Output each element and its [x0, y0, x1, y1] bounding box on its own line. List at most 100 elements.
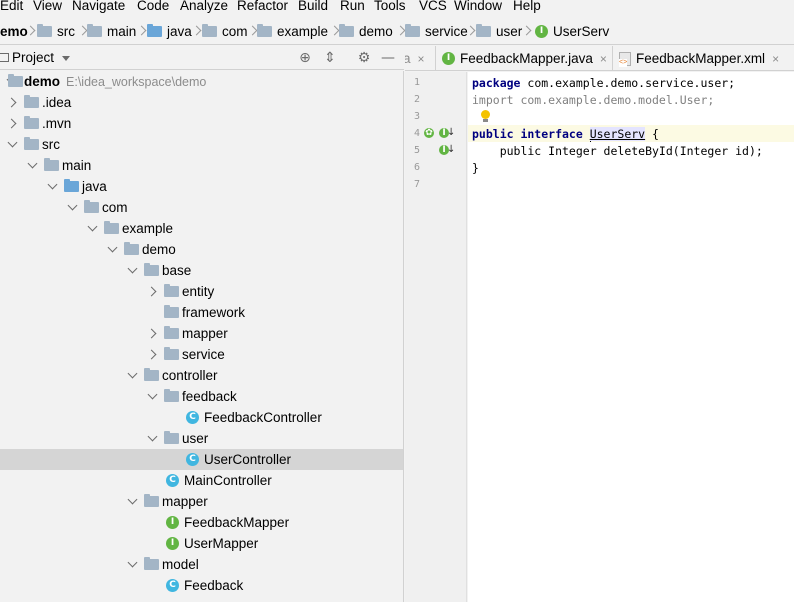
- interface-icon: I: [166, 516, 179, 529]
- project-icon: [0, 53, 9, 62]
- tree-row[interactable]: mapper: [0, 491, 403, 512]
- tree-row[interactable]: mapper: [0, 323, 403, 344]
- interface-icon: I: [535, 24, 548, 38]
- package-icon: [84, 200, 99, 213]
- tree-row[interactable]: I UserMapper: [0, 533, 403, 554]
- menu-navigate[interactable]: Navigate: [72, 0, 125, 13]
- project-panel-title[interactable]: Project: [12, 50, 54, 65]
- chevron-down-icon[interactable]: [127, 370, 137, 380]
- chevron-down-icon[interactable]: [147, 433, 157, 443]
- chevron-down-icon[interactable]: [127, 265, 137, 275]
- chevron-right-icon[interactable]: [7, 118, 17, 128]
- collapse-all-icon[interactable]: ⇕: [322, 50, 338, 66]
- menu-bar: Edit View Navigate Code Analyze Refactor…: [0, 0, 794, 17]
- tree-row[interactable]: C Feedback: [0, 575, 403, 596]
- locate-target-icon[interactable]: ⊕: [297, 50, 313, 66]
- chevron-down-icon[interactable]: [62, 56, 70, 61]
- menu-help[interactable]: Help: [513, 0, 541, 13]
- class-icon: C: [186, 411, 199, 424]
- menu-view[interactable]: View: [33, 0, 62, 13]
- breadcrumb-example[interactable]: example: [257, 22, 328, 40]
- tree-row[interactable]: main: [0, 155, 403, 176]
- package-icon: [164, 431, 179, 444]
- tree-row[interactable]: C MainController: [0, 470, 403, 491]
- breadcrumb-userserv[interactable]: I UserServ: [535, 22, 609, 40]
- chevron-right-icon[interactable]: [7, 97, 17, 107]
- chevron-down-icon[interactable]: [127, 559, 137, 569]
- menu-tools[interactable]: Tools: [374, 0, 406, 13]
- lightbulb-icon[interactable]: [480, 110, 490, 123]
- tree-row[interactable]: base: [0, 260, 403, 281]
- menu-analyze[interactable]: Analyze: [180, 0, 228, 13]
- breadcrumb-java[interactable]: java: [147, 22, 192, 40]
- package-icon: [144, 494, 159, 507]
- tree-row[interactable]: C FeedbackController: [0, 407, 403, 428]
- tree-row[interactable]: src: [0, 134, 403, 155]
- folder-icon: [37, 23, 52, 37]
- tree-row[interactable]: model: [0, 554, 403, 575]
- breadcrumb-separator: [469, 26, 475, 36]
- menu-build[interactable]: Build: [298, 0, 328, 13]
- tree-row[interactable]: I FeedbackMapper: [0, 512, 403, 533]
- package-icon: [164, 326, 179, 339]
- menu-code[interactable]: Code: [137, 0, 169, 13]
- chevron-down-icon[interactable]: [127, 496, 137, 506]
- line-number: 5: [413, 145, 421, 156]
- menu-refactor[interactable]: Refactor: [237, 0, 288, 13]
- chevron-down-icon[interactable]: [67, 202, 77, 212]
- chevron-down-icon[interactable]: [47, 181, 57, 191]
- chevron-down-icon[interactable]: [27, 160, 37, 170]
- close-icon[interactable]: ×: [418, 52, 425, 66]
- chevron-down-icon[interactable]: [107, 244, 117, 254]
- chevron-right-icon[interactable]: [147, 349, 157, 359]
- tree-row[interactable]: com: [0, 197, 403, 218]
- breadcrumb-project[interactable]: emo: [0, 22, 28, 40]
- tree-row[interactable]: framework: [0, 302, 403, 323]
- chevron-down-icon[interactable]: [87, 223, 97, 233]
- breadcrumb-com[interactable]: com: [202, 22, 248, 40]
- spring-bean-icon[interactable]: ✿: [424, 128, 434, 138]
- tree-row[interactable]: service: [0, 344, 403, 365]
- line-number: 1: [413, 77, 421, 88]
- gear-icon[interactable]: ⚙: [356, 50, 372, 66]
- package-icon: [164, 284, 179, 297]
- tree-row[interactable]: java: [0, 176, 403, 197]
- menu-run[interactable]: Run: [340, 0, 365, 13]
- implementation-arrow-icon[interactable]: ↓: [447, 127, 455, 138]
- menu-edit[interactable]: Edit: [0, 0, 23, 13]
- tree-row[interactable]: example: [0, 218, 403, 239]
- editor-gutter: 1 2 3 4 5 6 7 ✿ I ↓ I ↓: [405, 72, 467, 602]
- breadcrumb-demo[interactable]: demo: [339, 22, 393, 40]
- package-icon: [164, 389, 179, 402]
- code-editor[interactable]: package com.example.demo.service.user; i…: [468, 72, 794, 602]
- tree-row[interactable]: entity: [0, 281, 403, 302]
- chevron-right-icon[interactable]: [147, 328, 157, 338]
- chevron-right-icon[interactable]: [147, 286, 157, 296]
- tree-row[interactable]: .mvn: [0, 113, 403, 134]
- menu-vcs[interactable]: VCS: [419, 0, 447, 13]
- breadcrumb-main[interactable]: main: [87, 22, 136, 40]
- breadcrumb-src[interactable]: src: [37, 22, 75, 40]
- tree-row[interactable]: user: [0, 428, 403, 449]
- editor-tab-feedbackmapper-xml[interactable]: FeedbackMapper.xml ×: [613, 46, 794, 70]
- close-icon[interactable]: ×: [600, 52, 607, 66]
- editor-tab-feedbackmapper-java[interactable]: I FeedbackMapper.java ×: [436, 46, 613, 70]
- tree-row[interactable]: .idea: [0, 92, 403, 113]
- breadcrumb-service[interactable]: service: [405, 22, 468, 40]
- chevron-down-icon[interactable]: [147, 391, 157, 401]
- minimize-icon[interactable]: —: [380, 50, 396, 66]
- project-panel-header: Project ⊕ ⇕ ⚙ —: [0, 46, 404, 70]
- package-icon: [144, 368, 159, 381]
- chevron-down-icon[interactable]: [7, 139, 17, 149]
- implementation-arrow-icon[interactable]: ↓: [447, 144, 455, 155]
- tree-row[interactable]: demo E:\idea_workspace\demo: [0, 71, 403, 92]
- breadcrumb-user[interactable]: user: [476, 22, 522, 40]
- menu-window[interactable]: Window: [454, 0, 502, 13]
- close-icon[interactable]: ×: [772, 52, 779, 66]
- tree-row[interactable]: controller: [0, 365, 403, 386]
- tree-row[interactable]: demo: [0, 239, 403, 260]
- tree-row[interactable]: feedback: [0, 386, 403, 407]
- code-line-5: public Integer deleteById(Integer id);: [472, 144, 763, 158]
- tree-row-selected[interactable]: C UserController: [0, 449, 403, 470]
- editor-tab-truncated[interactable]: a ×: [405, 46, 436, 70]
